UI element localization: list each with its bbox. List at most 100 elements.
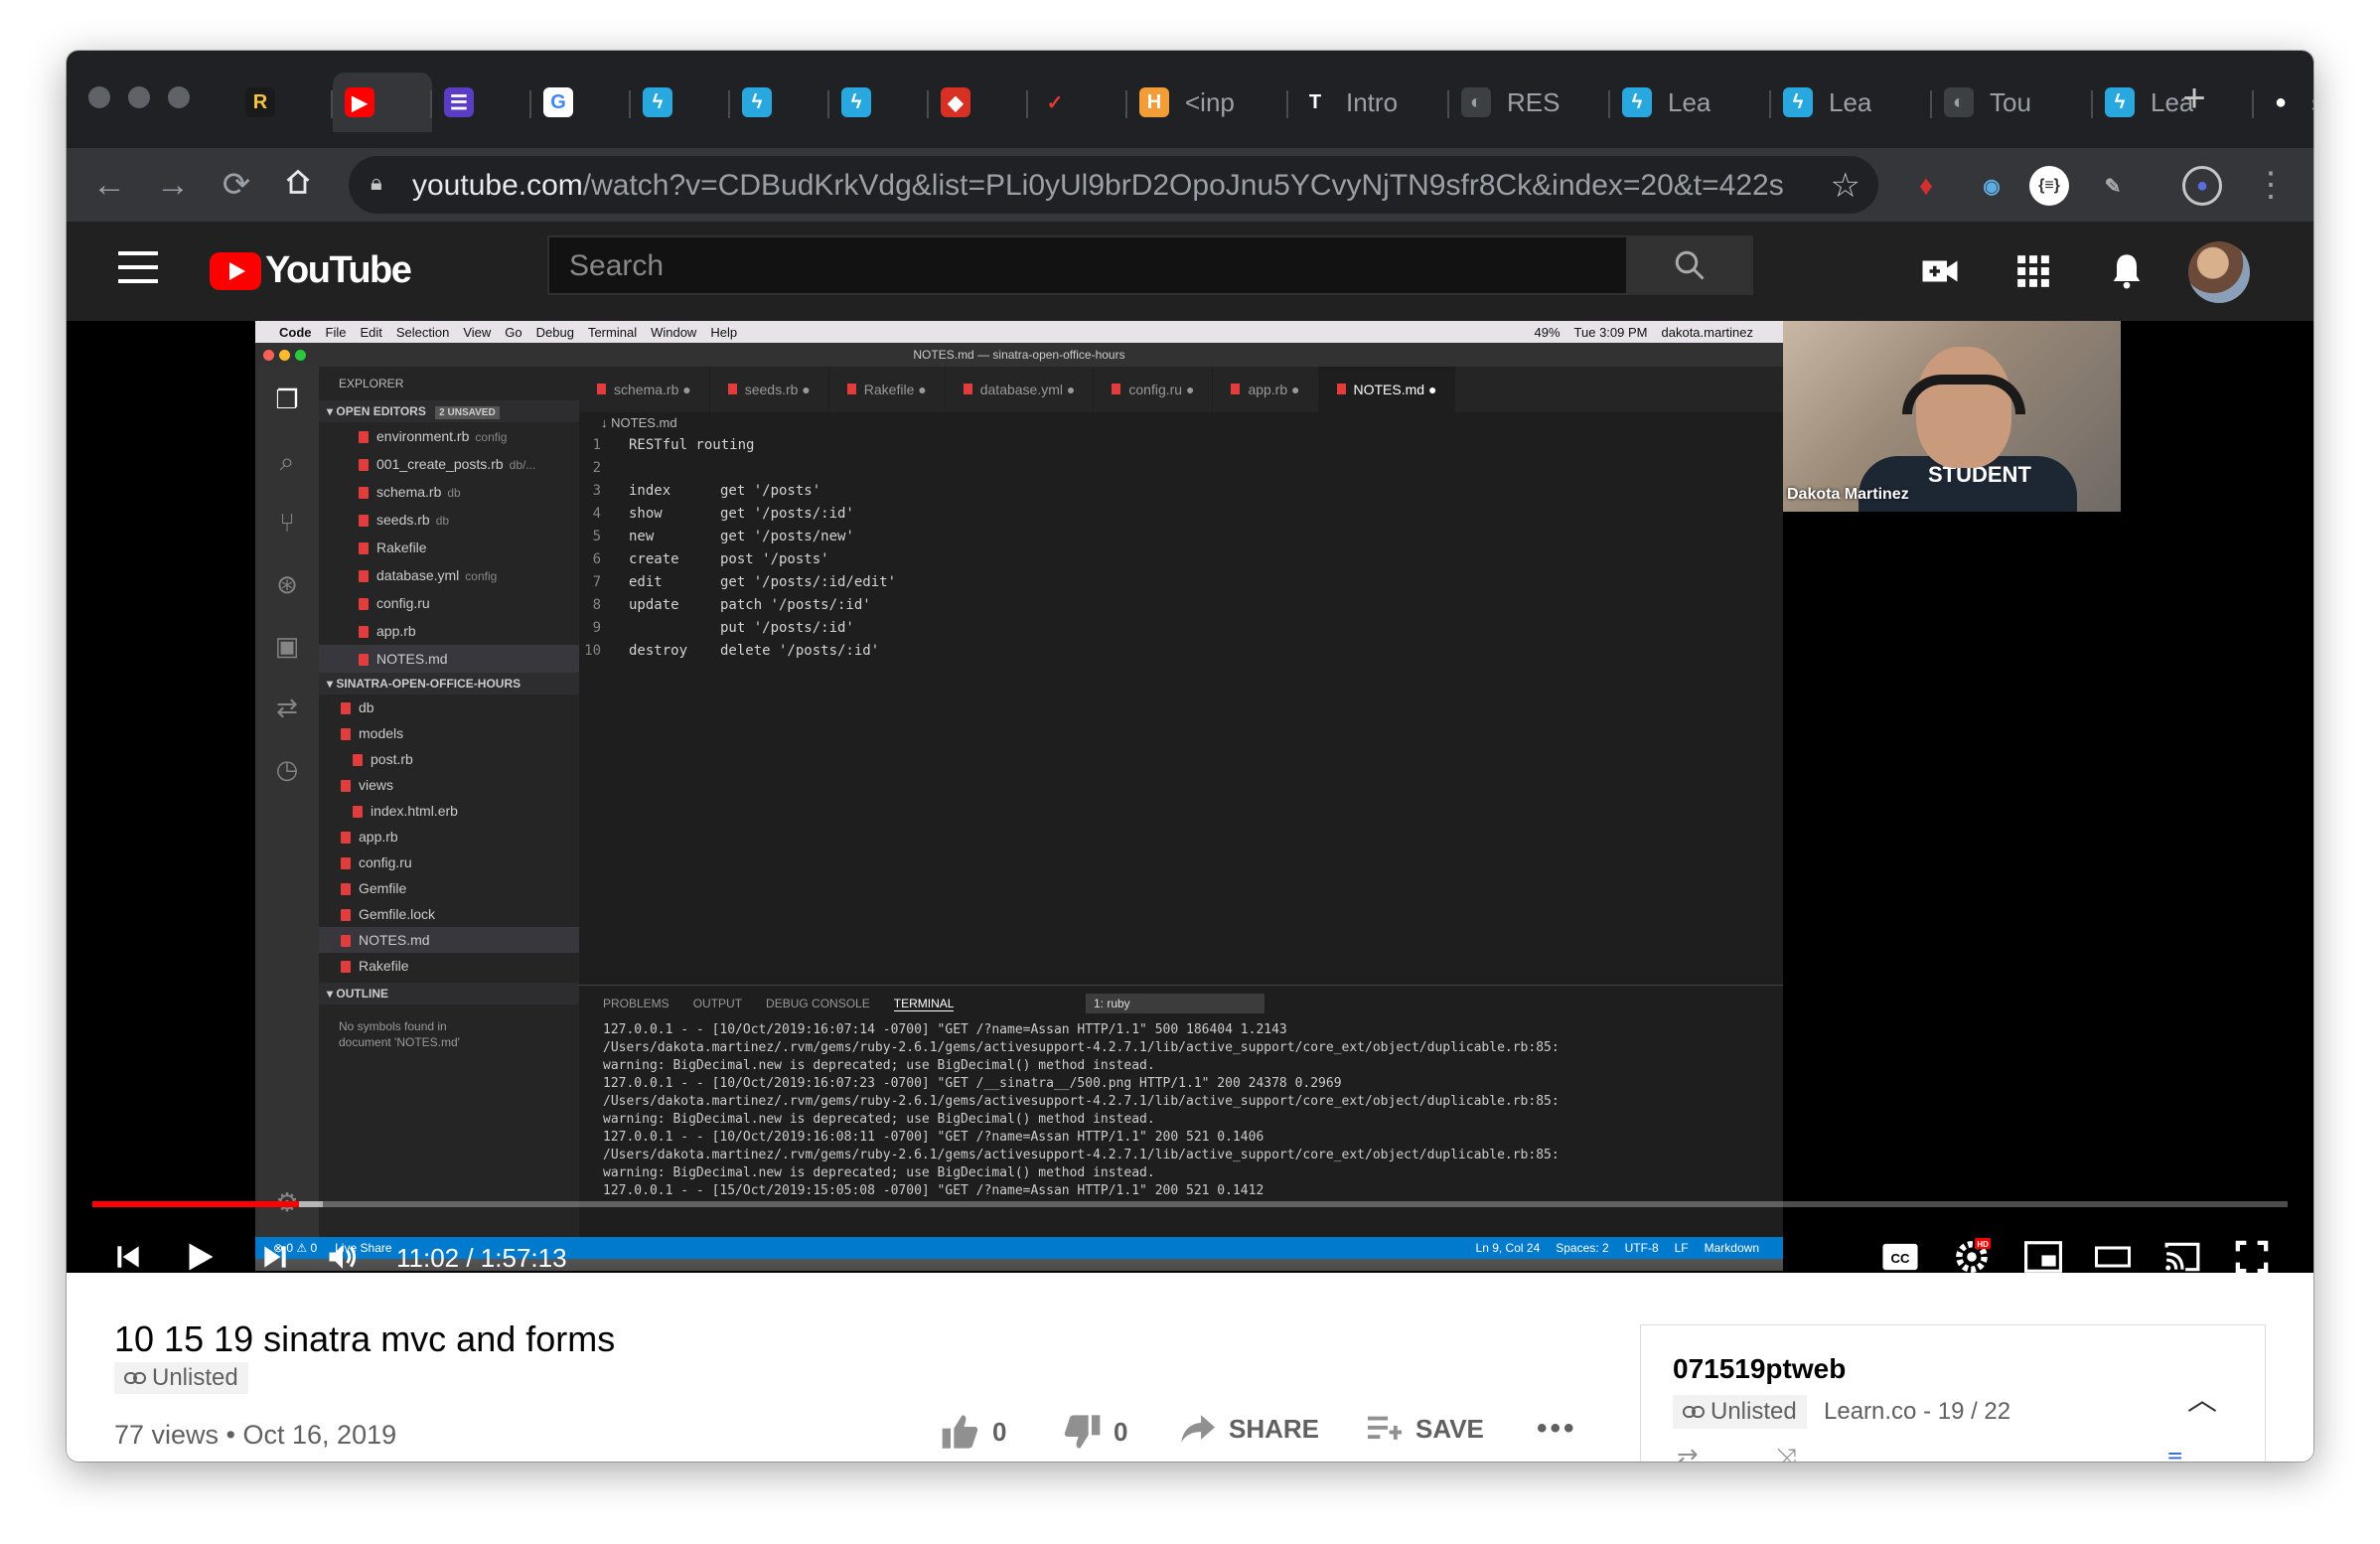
search-button[interactable] [1626,235,1753,295]
browser-tab[interactable]: ☰ [432,73,531,132]
browser-tab[interactable]: ◐ Tou [1932,73,2093,132]
editor-tab-label: seeds.rb [744,382,799,397]
menu-icon[interactable] [118,251,158,287]
browser-tab[interactable]: ◆ [929,73,1028,132]
code-col-b: get '/posts/new' [720,529,854,544]
loop-icon[interactable]: ⇄ [1677,1443,1699,1462]
youtube-logo[interactable]: YouTube [210,249,412,292]
play-button[interactable] [176,1233,223,1273]
editor-tab[interactable]: schema.rb ● [579,367,710,412]
browser-tab[interactable]: G [531,73,631,132]
browser-tab[interactable]: R [233,73,333,132]
unsaved-badge: 2 UNSAVED [435,406,500,419]
panel-tab[interactable]: DEBUG CONSOLE [766,997,870,1010]
video-frame: Code File Edit Selection View Go Debug Terminal… [255,321,1783,1271]
extension-blue-icon[interactable]: ◉ [1972,166,2011,206]
extension-json-icon[interactable]: {≡} [2029,166,2069,206]
code-col-a: index [629,483,671,499]
close-window-button[interactable] [88,86,110,108]
save-button[interactable]: SAVE [1366,1412,1484,1446]
browser-tab[interactable]: ▶ [333,73,432,132]
extension-ruby-icon[interactable]: ♦ [1906,166,1946,206]
browser-tab[interactable]: ϟ [730,73,829,132]
video-player[interactable]: Code File Edit Selection View Go Debug Terminal… [67,321,2313,1273]
open-editor-name: environment.rb [376,428,470,444]
browser-tab[interactable]: ● sina [2254,73,2313,132]
home-button[interactable] [275,162,321,208]
vscode-menubar: Code File Edit Selection View Go Debug Terminal… [279,325,737,340]
progress-bar[interactable] [92,1201,2288,1207]
create-video-button[interactable] [1916,247,1964,295]
search-box [547,235,1634,295]
more-actions-icon[interactable]: ••• [1537,1412,1577,1446]
avatar[interactable] [2188,241,2250,303]
theater-mode-icon [2095,1246,2131,1268]
open-editor-item: 001_create_posts.rb db/... [319,450,579,478]
search-input[interactable] [549,237,1632,295]
browser-menu-icon[interactable]: ⋮ [2248,162,2294,208]
view-count: 77 views [114,1420,220,1450]
tab-favicon-icon: ▶ [345,87,374,117]
settings-button[interactable]: HD [1948,1233,1996,1273]
profile-icon[interactable]: ● [2182,166,2222,206]
browser-tab[interactable]: ◐ RES [1449,73,1610,132]
panel-tab[interactable]: TERMINAL [893,997,955,1011]
captions-icon: CC [1882,1243,1918,1271]
maximize-window-button[interactable] [168,86,190,108]
browser-tab[interactable]: ϟ Lea [1610,73,1771,132]
playlist-title[interactable]: 071519ptweb [1673,1353,1846,1385]
cast-button[interactable] [2158,1233,2206,1273]
file-tree-name: Gemfile.lock [359,906,436,922]
file-tree-name: models [359,725,404,741]
notifications-button[interactable] [2103,247,2151,295]
play-icon [189,1243,214,1271]
address-bar[interactable]: 🔒︎ youtube.com/watch?v=CDBudKrkVdg&list=… [349,156,1878,214]
panel-tab[interactable]: PROBLEMS [603,997,669,1010]
share-button[interactable]: SHARE [1179,1412,1319,1446]
theater-mode-button[interactable] [2089,1233,2137,1273]
open-editor-name: app.rb [376,623,416,639]
collapse-chevron-icon[interactable]: ︿ [2187,1375,2217,1419]
back-button[interactable]: ← [86,162,132,208]
browser-tab[interactable]: ϟ [829,73,929,132]
browser-tab[interactable]: ✓ [1028,73,1127,132]
visibility-badge: Unlisted [114,1362,248,1394]
mac-menubar: Code File Edit Selection View Go Debug Terminal… [255,321,1783,343]
next-button[interactable] [251,1233,299,1273]
reload-button[interactable]: ⟳ [214,162,259,208]
playlist-menu-icon[interactable]: ≡ [2167,1443,2182,1462]
vscode-close [263,350,274,361]
panel-tab[interactable]: OUTPUT [693,997,742,1010]
editor-tab[interactable]: app.rb ● [1213,367,1319,412]
bookmark-star-icon[interactable]: ☆ [1831,166,1860,206]
editor-tab[interactable]: seeds.rb ● [710,367,829,412]
editor-tab[interactable]: config.ru ● [1094,367,1214,412]
fullscreen-button[interactable] [2228,1233,2276,1273]
tab-favicon-icon: ☰ [444,87,474,117]
forward-button[interactable]: → [150,162,196,208]
file-icon [341,702,351,715]
browser-tab[interactable]: H <inp [1127,73,1288,132]
unsaved-dot-icon: ● [1424,382,1437,397]
previous-button[interactable] [104,1233,152,1273]
code-col-a: RESTful routing [629,437,755,453]
browser-tab[interactable]: ϟ Lea [1771,73,1932,132]
dislike-button[interactable]: 0 [1062,1412,1127,1452]
captions-button[interactable]: CC [1876,1233,1924,1273]
miniplayer-button[interactable] [2019,1233,2067,1273]
shuffle-icon[interactable]: ⤨ [1776,1443,1797,1462]
editor-tab[interactable]: Rakefile ● [829,367,946,412]
code-col-b: post '/posts' [720,551,829,567]
volume-button[interactable] [319,1233,367,1273]
extension-feather-icon[interactable]: ✎ [2093,166,2133,206]
editor-tab[interactable]: database.yml ● [946,367,1095,412]
editor-tab[interactable]: NOTES.md ● [1318,367,1456,412]
browser-tab[interactable]: T Intro [1288,73,1449,132]
like-button[interactable]: 0 [941,1412,1006,1452]
code-col-b: patch '/posts/:id' [720,597,871,613]
apps-button[interactable] [2009,247,2057,295]
new-tab-button[interactable]: + [2172,77,2216,120]
line-number: 7 [592,574,601,590]
minimize-window-button[interactable] [128,86,150,108]
browser-tab[interactable]: ϟ [631,73,730,132]
